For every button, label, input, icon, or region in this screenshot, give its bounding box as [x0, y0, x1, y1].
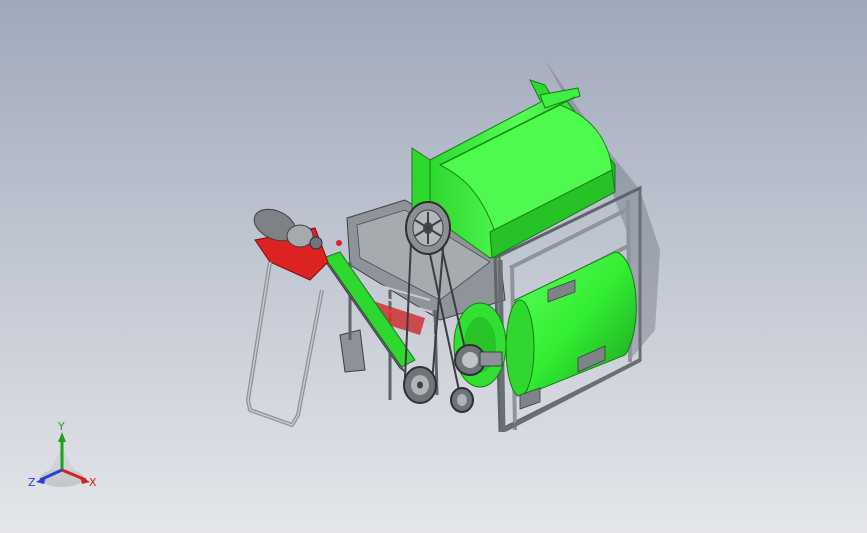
- motor-pulley: [309, 236, 323, 250]
- left-support-foot: [339, 329, 366, 373]
- lower-pulley-left: [403, 366, 437, 404]
- motor-end-cap: [286, 224, 314, 248]
- model-scene[interactable]: Y X Z: [0, 0, 867, 533]
- red-knob: [336, 240, 342, 246]
- y-axis-label: Y: [57, 420, 65, 433]
- cad-viewport[interactable]: Y X Z: [0, 0, 867, 533]
- lower-pulley-right: [450, 387, 474, 413]
- x-axis-label: X: [89, 476, 97, 489]
- z-axis-label: Z: [28, 476, 36, 489]
- large-pulley: [405, 201, 451, 255]
